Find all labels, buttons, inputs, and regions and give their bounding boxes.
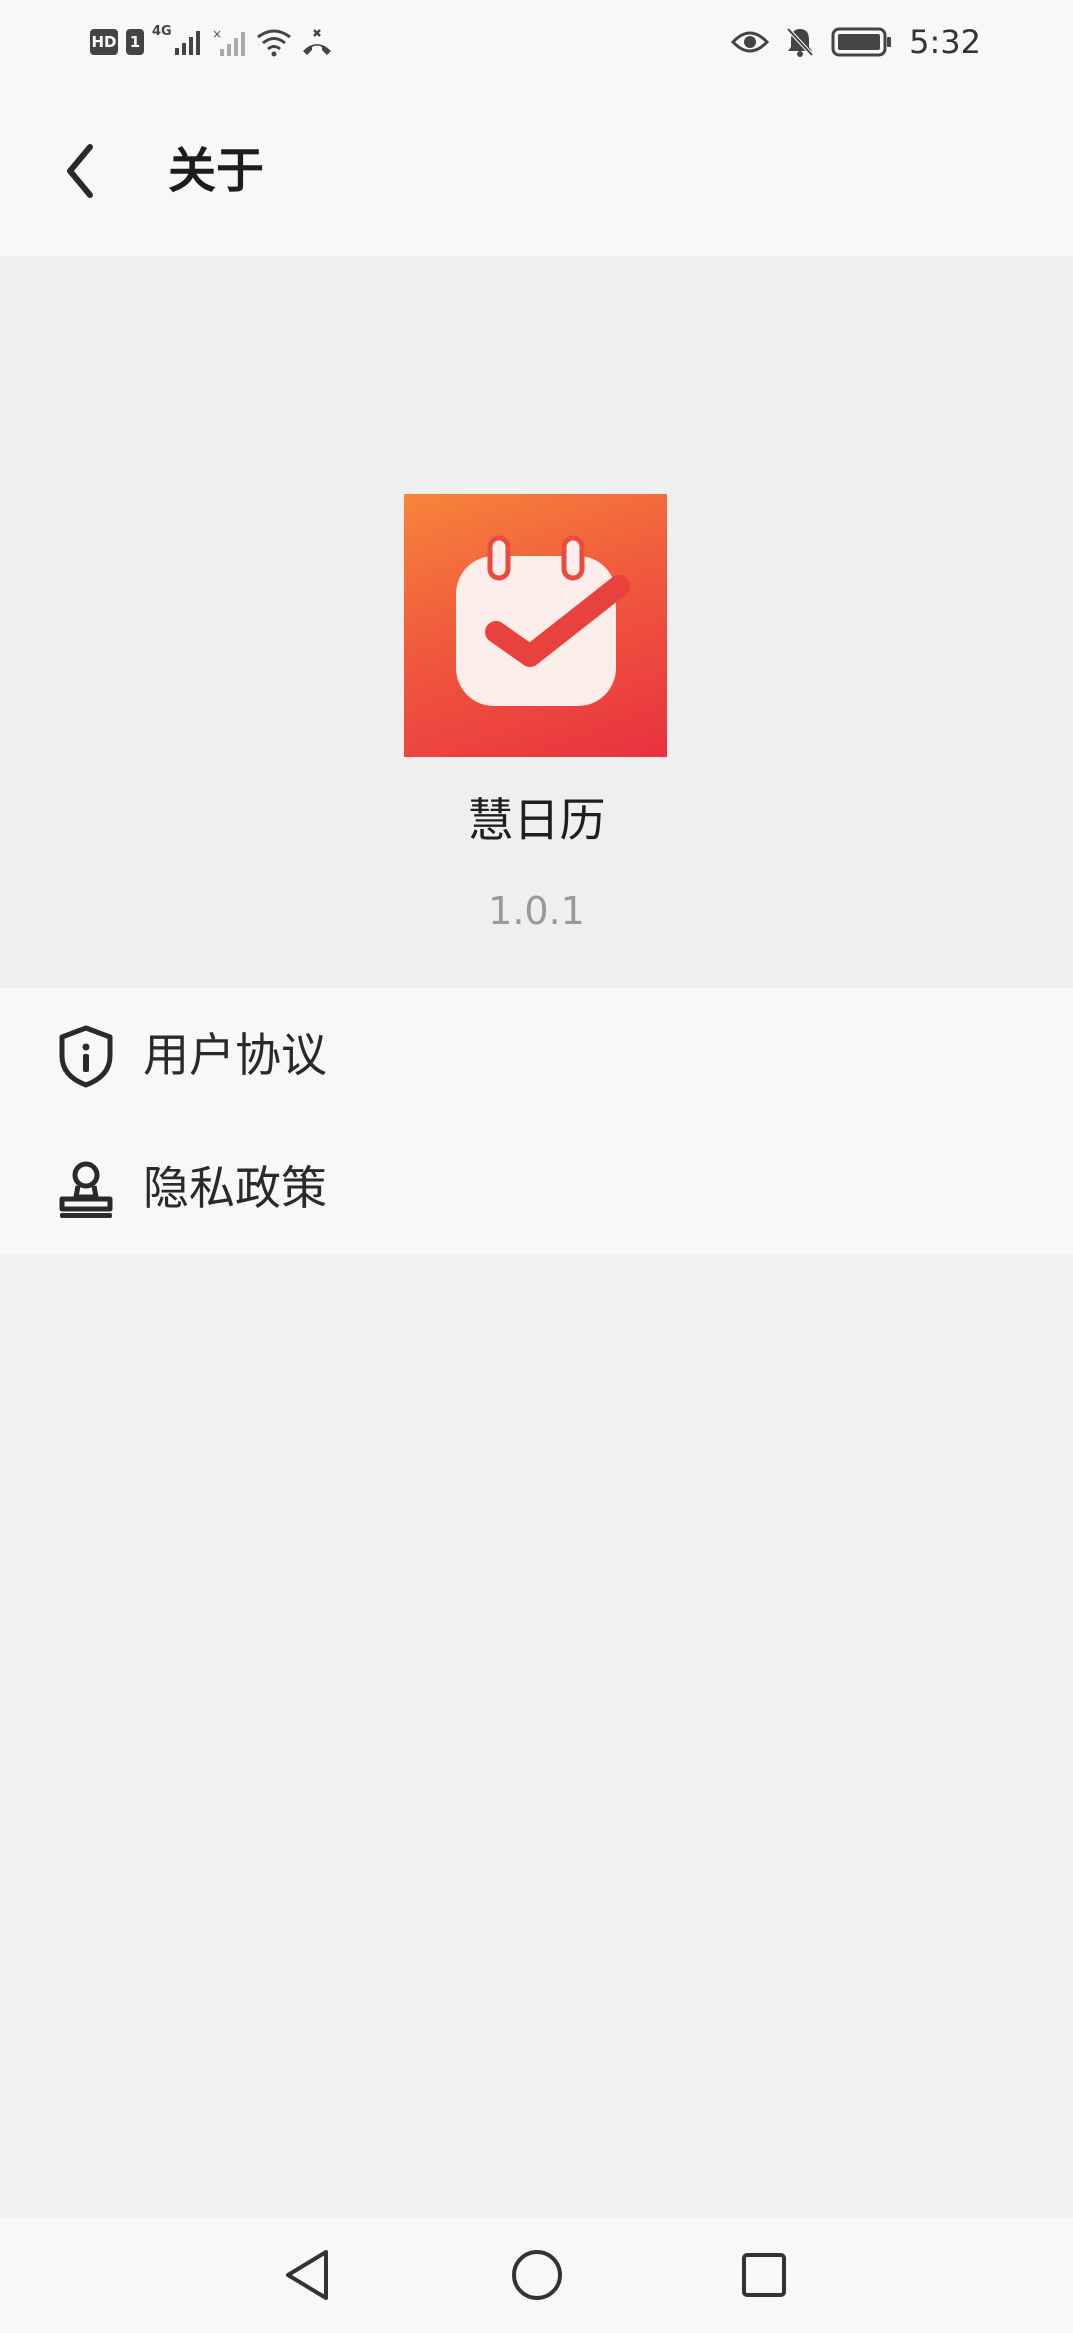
app-info-section: 慧日历 1.0.1 xyxy=(0,256,1073,988)
signal-icon xyxy=(174,31,200,55)
nav-home-button[interactable] xyxy=(502,2240,572,2310)
recents-square-icon xyxy=(742,2253,786,2297)
status-bar: HD 1 4G × 5:32 xyxy=(0,0,1073,86)
system-nav-bar xyxy=(0,2218,1073,2333)
about-menu: 用户协议 隐私政策 xyxy=(0,988,1073,1254)
user-stamp-icon xyxy=(59,1161,113,1218)
clock: 5:32 xyxy=(909,23,981,61)
chevron-left-icon xyxy=(67,144,93,198)
hd-icon: HD xyxy=(90,29,118,55)
network-type-label: 4G xyxy=(152,24,172,39)
home-circle-icon xyxy=(512,2250,562,2300)
status-left: HD 1 4G × xyxy=(90,22,334,62)
calendar-check-icon xyxy=(456,535,630,706)
battery-icon xyxy=(831,27,892,57)
back-button[interactable] xyxy=(50,136,110,206)
nav-back-button[interactable] xyxy=(272,2240,342,2310)
signal-no-sim-icon: × xyxy=(212,27,245,56)
missed-call-icon xyxy=(302,29,331,55)
nav-recents-button[interactable] xyxy=(729,2240,799,2310)
wifi-icon xyxy=(256,29,291,57)
status-right: 5:32 xyxy=(731,22,981,62)
bell-muted-icon xyxy=(786,27,814,57)
menu-item-privacy-policy[interactable]: 隐私政策 xyxy=(0,1121,1073,1254)
eye-icon xyxy=(731,31,770,53)
menu-item-label: 用户协议 xyxy=(143,1028,327,1082)
page-title: 关于 xyxy=(168,143,265,199)
back-triangle-icon xyxy=(286,2250,328,2300)
svg-text:×: × xyxy=(212,27,222,41)
menu-item-label: 隐私政策 xyxy=(143,1161,327,1215)
header: 关于 xyxy=(0,86,1073,256)
app-version: 1.0.1 xyxy=(488,889,585,933)
sim-icon: 1 xyxy=(126,29,144,55)
app-logo xyxy=(404,494,667,757)
app-name: 慧日历 xyxy=(467,793,606,847)
shield-info-icon xyxy=(59,1025,113,1088)
menu-item-user-agreement[interactable]: 用户协议 xyxy=(0,988,1073,1121)
